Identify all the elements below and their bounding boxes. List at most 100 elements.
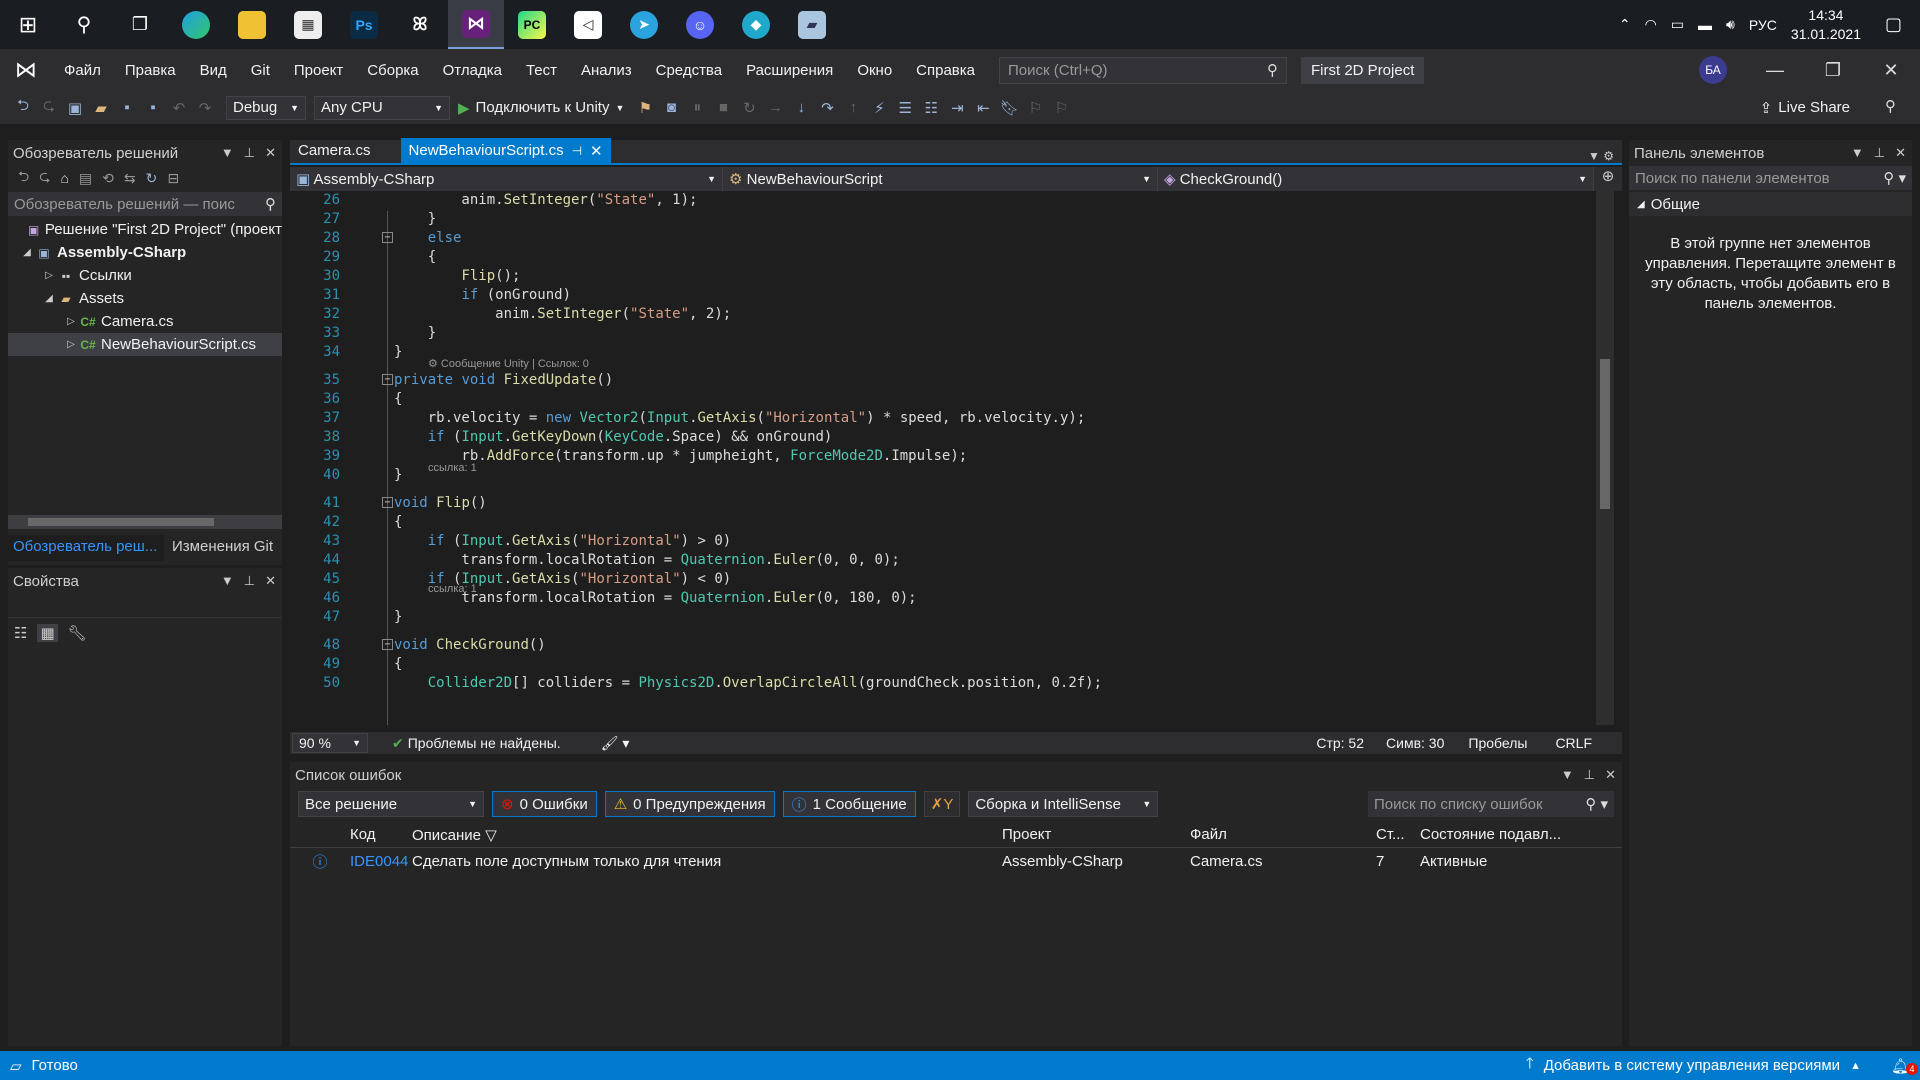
code-line[interactable]: 29 { [290, 247, 436, 266]
attach-unity-button[interactable]: ▶ Подключить к Unity ▼ [450, 99, 632, 117]
menu-file[interactable]: Файл [52, 62, 113, 79]
column-description[interactable]: Описание ▽ [412, 826, 1002, 844]
telegram-icon[interactable]: ➤ [616, 0, 672, 49]
tree-item-solution[interactable]: ▣ Решение "First 2D Project" (проект [8, 218, 282, 241]
store-icon[interactable]: ▦ [280, 0, 336, 49]
tab-camera-cs[interactable]: Camera.cs [290, 138, 379, 163]
wifi-icon[interactable]: ◠ [1645, 16, 1657, 33]
column-line[interactable]: Ст... [1376, 826, 1420, 843]
live-share-button[interactable]: ⇪ Live Share [1760, 91, 1850, 124]
code-line[interactable]: 47} [290, 607, 402, 626]
zoom-select[interactable]: 90 % ▼ [292, 733, 368, 753]
menu-tools[interactable]: Средства [644, 62, 734, 79]
source-select[interactable]: Сборка и IntelliSense ▼ [968, 791, 1159, 817]
step-over-icon[interactable]: ↷ [814, 99, 840, 117]
code-line[interactable]: 39 rb.AddForce(transform.up * jumpheight… [290, 446, 967, 465]
column-project[interactable]: Проект [1002, 826, 1190, 843]
menu-git[interactable]: Git [239, 62, 282, 79]
debug-tools-icon[interactable]: ⚑ [632, 99, 658, 117]
split-icon[interactable]: ⊕ [1594, 167, 1622, 191]
menu-debug[interactable]: Отладка [431, 62, 514, 79]
column-suppression[interactable]: Состояние подавл... [1420, 826, 1600, 843]
close-icon[interactable]: ✕ [1605, 767, 1616, 783]
edge-icon[interactable] [168, 0, 224, 49]
wrench-icon[interactable]: 🔧︎ [68, 624, 87, 642]
fold-icon[interactable]: − [382, 497, 393, 508]
code-line[interactable]: 38 if (Input.GetKeyDown(KeyCode.Space) &… [290, 427, 832, 446]
display-icon[interactable]: ▭ [1671, 16, 1684, 33]
open-icon[interactable]: ▰ [88, 99, 114, 117]
add-to-source-control[interactable]: Добавить в систему управления версиями [1544, 1057, 1840, 1074]
warnings-filter-button[interactable]: ⚠ 0 Предупреждения [604, 791, 775, 817]
step-out-icon[interactable]: ↑ [840, 99, 866, 116]
column-file[interactable]: Файл [1190, 826, 1376, 843]
home-icon[interactable]: ⌂ [60, 170, 68, 186]
fold-icon[interactable]: − [382, 639, 393, 650]
menu-view[interactable]: Вид [188, 62, 239, 79]
problems-status[interactable]: Проблемы не найдены. [408, 735, 561, 751]
collapse-all-icon[interactable]: ⊟ [167, 170, 179, 187]
filter-icon[interactable]: ▽ [485, 827, 497, 844]
code-line[interactable]: 31 if (onGround) [290, 285, 571, 304]
code-line[interactable]: 44 transform.localRotation = Quaternion.… [290, 550, 900, 569]
code-line[interactable]: 28 else [290, 228, 461, 247]
indent-icon[interactable]: ⇥ [944, 99, 970, 117]
horizontal-scrollbar[interactable] [8, 515, 282, 529]
chevron-up-icon[interactable]: ▲ [1850, 1060, 1861, 1072]
search-input[interactable]: Поиск (Ctrl+Q) ⚲ [999, 56, 1288, 84]
save-icon[interactable]: ▪ [114, 99, 140, 116]
menu-edit[interactable]: Правка [113, 62, 188, 79]
tab-git-changes[interactable]: Изменения Git [164, 535, 281, 561]
solution-search-input[interactable]: Обозреватель решений — поис ⚲ [8, 192, 282, 216]
codelens-annotation[interactable]: ссылка: 1 [428, 462, 477, 474]
code-line[interactable]: 43 if (Input.GetAxis("Horizontal") > 0) [290, 531, 731, 550]
indentation-indicator[interactable]: Пробелы [1468, 735, 1527, 751]
bookmark-icon[interactable]: 🔖︎ [996, 99, 1022, 117]
tab-newbehaviourscript-cs[interactable]: NewBehaviourScript.cs ⊣ ✕ [400, 138, 611, 163]
code-line[interactable]: 40} [290, 465, 402, 484]
error-code-link[interactable]: IDE0044 [350, 853, 412, 870]
code-line[interactable]: 36 { [290, 389, 402, 408]
pin-icon[interactable]: ⊥ [1584, 767, 1595, 783]
chevron-up-icon[interactable]: ⌃ [1619, 16, 1631, 33]
notifications-icon[interactable]: 🔔︎ 4 [1891, 1057, 1918, 1075]
unity-hub-icon[interactable]: ꕤ [392, 0, 448, 49]
code-line[interactable]: 50 Collider2D[] colliders = Physics2D.Ov… [290, 673, 1102, 692]
comment-icon[interactable]: ☰ [892, 99, 918, 117]
toolbox-search-input[interactable]: Поиск по панели элементов ⚲ ▾ [1629, 166, 1912, 190]
tree-item-references[interactable]: ▷ ▪▪ Ссылки [8, 264, 282, 287]
clear-filter-button[interactable]: ✗Y [923, 791, 961, 817]
dropdown-icon[interactable]: ▼ [221, 573, 234, 589]
avatar[interactable]: БА [1699, 56, 1727, 84]
screenshot-icon[interactable]: ◙ [658, 99, 684, 116]
class-nav-select[interactable]: ⚙ NewBehaviourScript ▼ [723, 167, 1158, 191]
pin-icon[interactable]: ⊥ [1874, 145, 1885, 161]
code-line[interactable]: 48 void CheckGround() [290, 635, 546, 654]
show-next-icon[interactable]: → [762, 99, 788, 116]
codelens-annotation[interactable]: ⚙ Сообщение Unity | Ссылок: 0 [428, 357, 589, 370]
platform-select[interactable]: Any CPU ▼ [314, 95, 450, 120]
task-view-icon[interactable]: ❐ [112, 0, 168, 49]
dropdown-icon[interactable]: ▼ [1851, 145, 1864, 161]
categorized-icon[interactable]: ☷ [14, 624, 27, 642]
app2-icon[interactable]: ▰ [784, 0, 840, 49]
column-code[interactable]: Код [350, 826, 412, 843]
discord-icon[interactable]: ☺ [672, 0, 728, 49]
hot-reload-icon[interactable]: ⚡ [866, 99, 892, 117]
code-cleanup-icon[interactable]: 🖌︎ ▾ [601, 735, 630, 752]
code-line[interactable]: 37 rb.velocity = new Vector2(Input.GetAx… [290, 408, 1085, 427]
restart-icon[interactable]: ↻ [736, 99, 762, 117]
tree-item-assets[interactable]: ◢ ▰ Assets [8, 287, 282, 310]
configuration-select[interactable]: Debug ▼ [226, 95, 306, 120]
file-explorer-icon[interactable] [224, 0, 280, 49]
tree-item-project[interactable]: ◢ ▣ Assembly-CSharp [8, 241, 282, 264]
bookmark-next-icon[interactable]: ⚐ [1048, 99, 1074, 117]
windows-start-icon[interactable]: ⊞ [0, 0, 56, 49]
code-line[interactable]: 26 anim.SetInteger("State", 1); [290, 191, 697, 209]
close-icon[interactable]: ✕ [590, 142, 603, 160]
step-into-icon[interactable]: ↓ [788, 99, 814, 116]
clock[interactable]: 14:34 31.01.2021 [1791, 6, 1861, 44]
code-line[interactable]: 35 private void FixedUpdate() [290, 370, 613, 389]
code-line[interactable]: 27 } [290, 209, 436, 228]
tab-solution-explorer[interactable]: Обозреватель реш... [8, 535, 164, 561]
